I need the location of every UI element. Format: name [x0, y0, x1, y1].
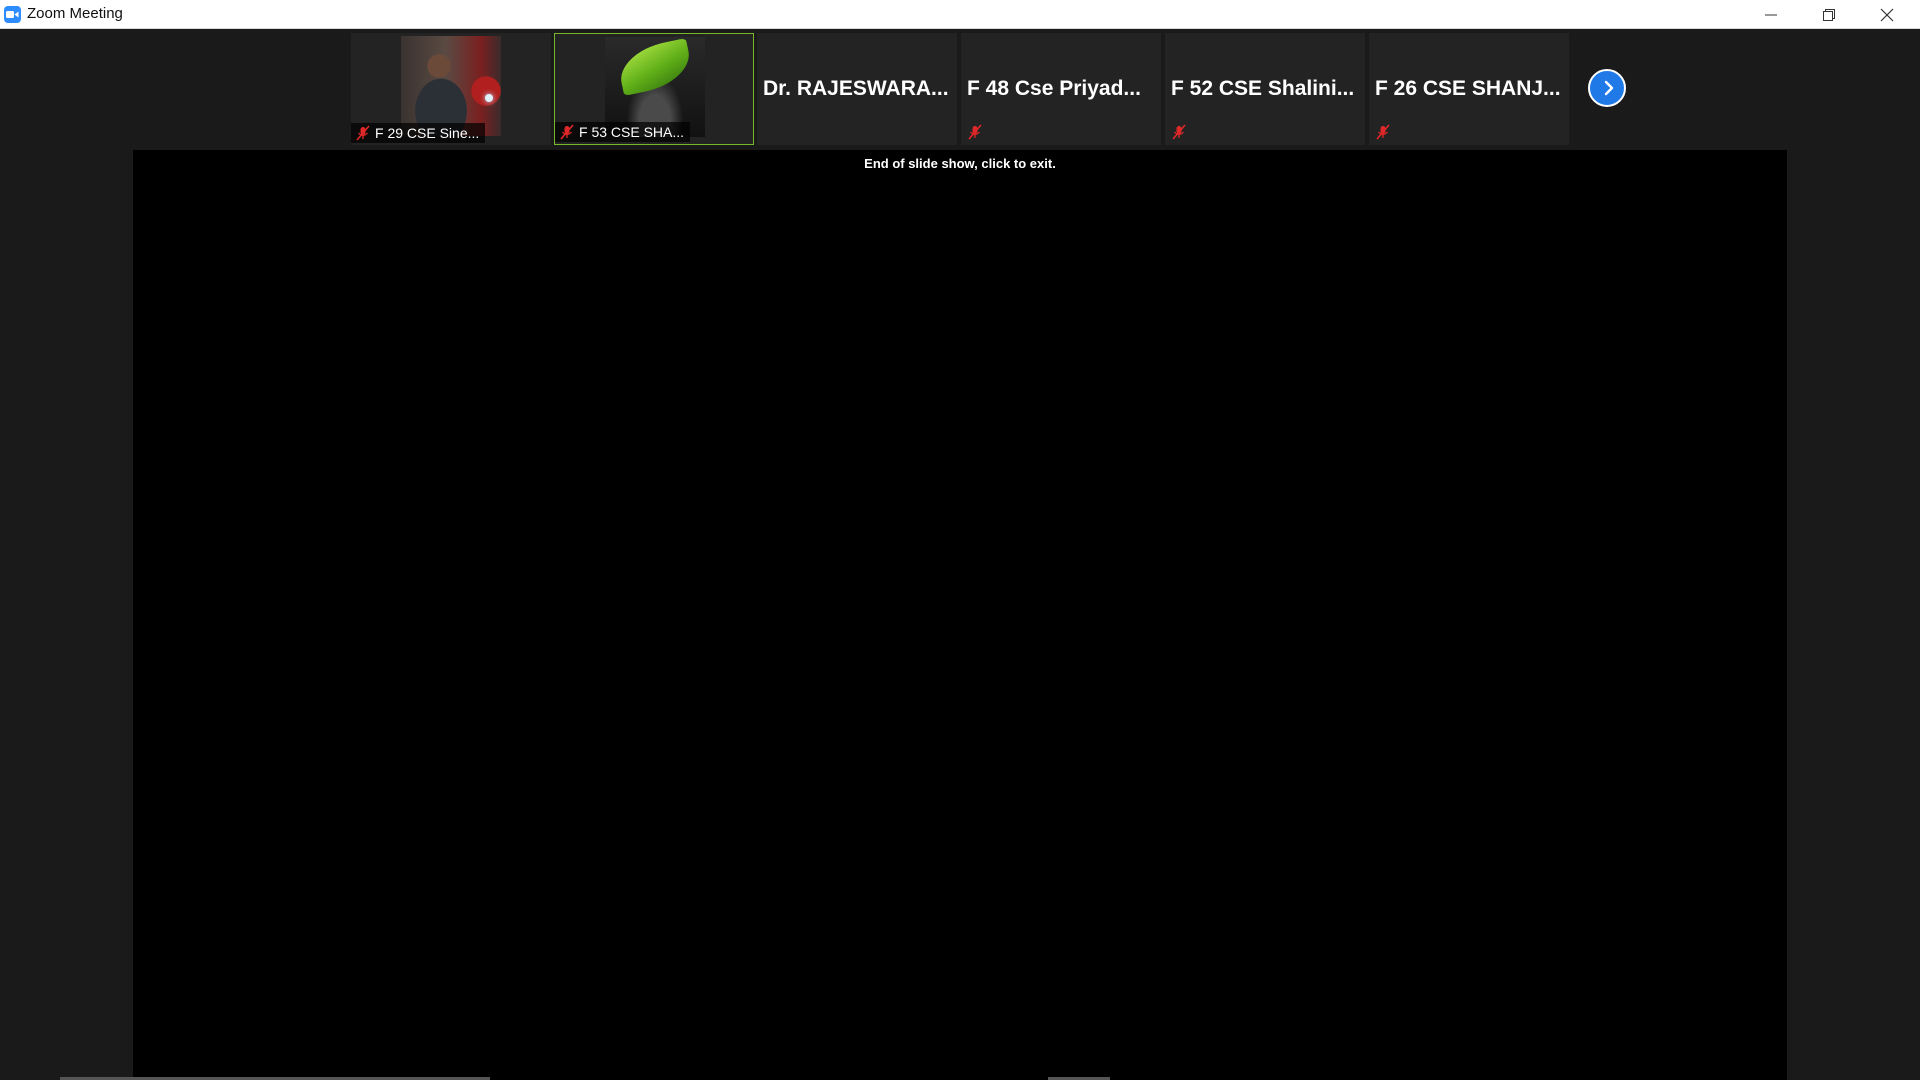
minimize-icon: [1765, 14, 1777, 16]
restore-button[interactable]: [1800, 0, 1858, 29]
zoom-icon: [4, 6, 21, 23]
next-page-button[interactable]: [1588, 69, 1626, 107]
shared-screen[interactable]: End of slide show, click to exit.: [133, 150, 1787, 1080]
participant-name: F 48 Cse Priyad...: [967, 77, 1141, 100]
participant-name: F 26 CSE SHANJ...: [1375, 77, 1561, 100]
mic-muted-icon: [356, 125, 370, 141]
close-icon: [1880, 8, 1894, 22]
participant-tile[interactable]: Dr. RAJESWARA...: [757, 33, 957, 145]
mic-muted-icon: [560, 124, 574, 140]
participant-tile[interactable]: F 52 CSE Shalini...: [1165, 33, 1365, 145]
participant-name: F 29 CSE Sine...: [375, 125, 480, 141]
participant-tile[interactable]: F 48 Cse Priyad...: [961, 33, 1161, 145]
chevron-right-icon: [1604, 80, 1614, 96]
participant-name: Dr. RAJESWARA...: [763, 77, 949, 100]
window-title: Zoom Meeting: [27, 5, 123, 22]
mic-muted-icon: [1376, 124, 1390, 140]
participant-tile[interactable]: F 26 CSE SHANJ...: [1369, 33, 1569, 145]
participant-name-label: F 29 CSE Sine...: [351, 123, 486, 143]
participant-tile-active[interactable]: F 53 CSE SHA...: [554, 33, 754, 145]
close-button[interactable]: [1858, 0, 1916, 29]
minimize-button[interactable]: [1742, 0, 1800, 29]
participant-name-label: F 53 CSE SHA...: [555, 122, 691, 142]
participant-video: [401, 36, 501, 136]
title-bar: Zoom Meeting: [0, 0, 1920, 29]
participant-name: F 53 CSE SHA...: [579, 124, 685, 140]
participant-tile[interactable]: F 29 CSE Sine...: [351, 33, 551, 145]
participant-strip: F 29 CSE Sine... F 53 CSE SHA... Dr. RAJ…: [0, 29, 1920, 150]
participant-name: F 52 CSE Shalini...: [1171, 77, 1355, 100]
mic-muted-icon: [1172, 124, 1186, 140]
restore-icon: [1823, 9, 1835, 21]
slide-show-end-message[interactable]: End of slide show, click to exit.: [133, 156, 1787, 171]
mic-muted-icon: [968, 124, 982, 140]
